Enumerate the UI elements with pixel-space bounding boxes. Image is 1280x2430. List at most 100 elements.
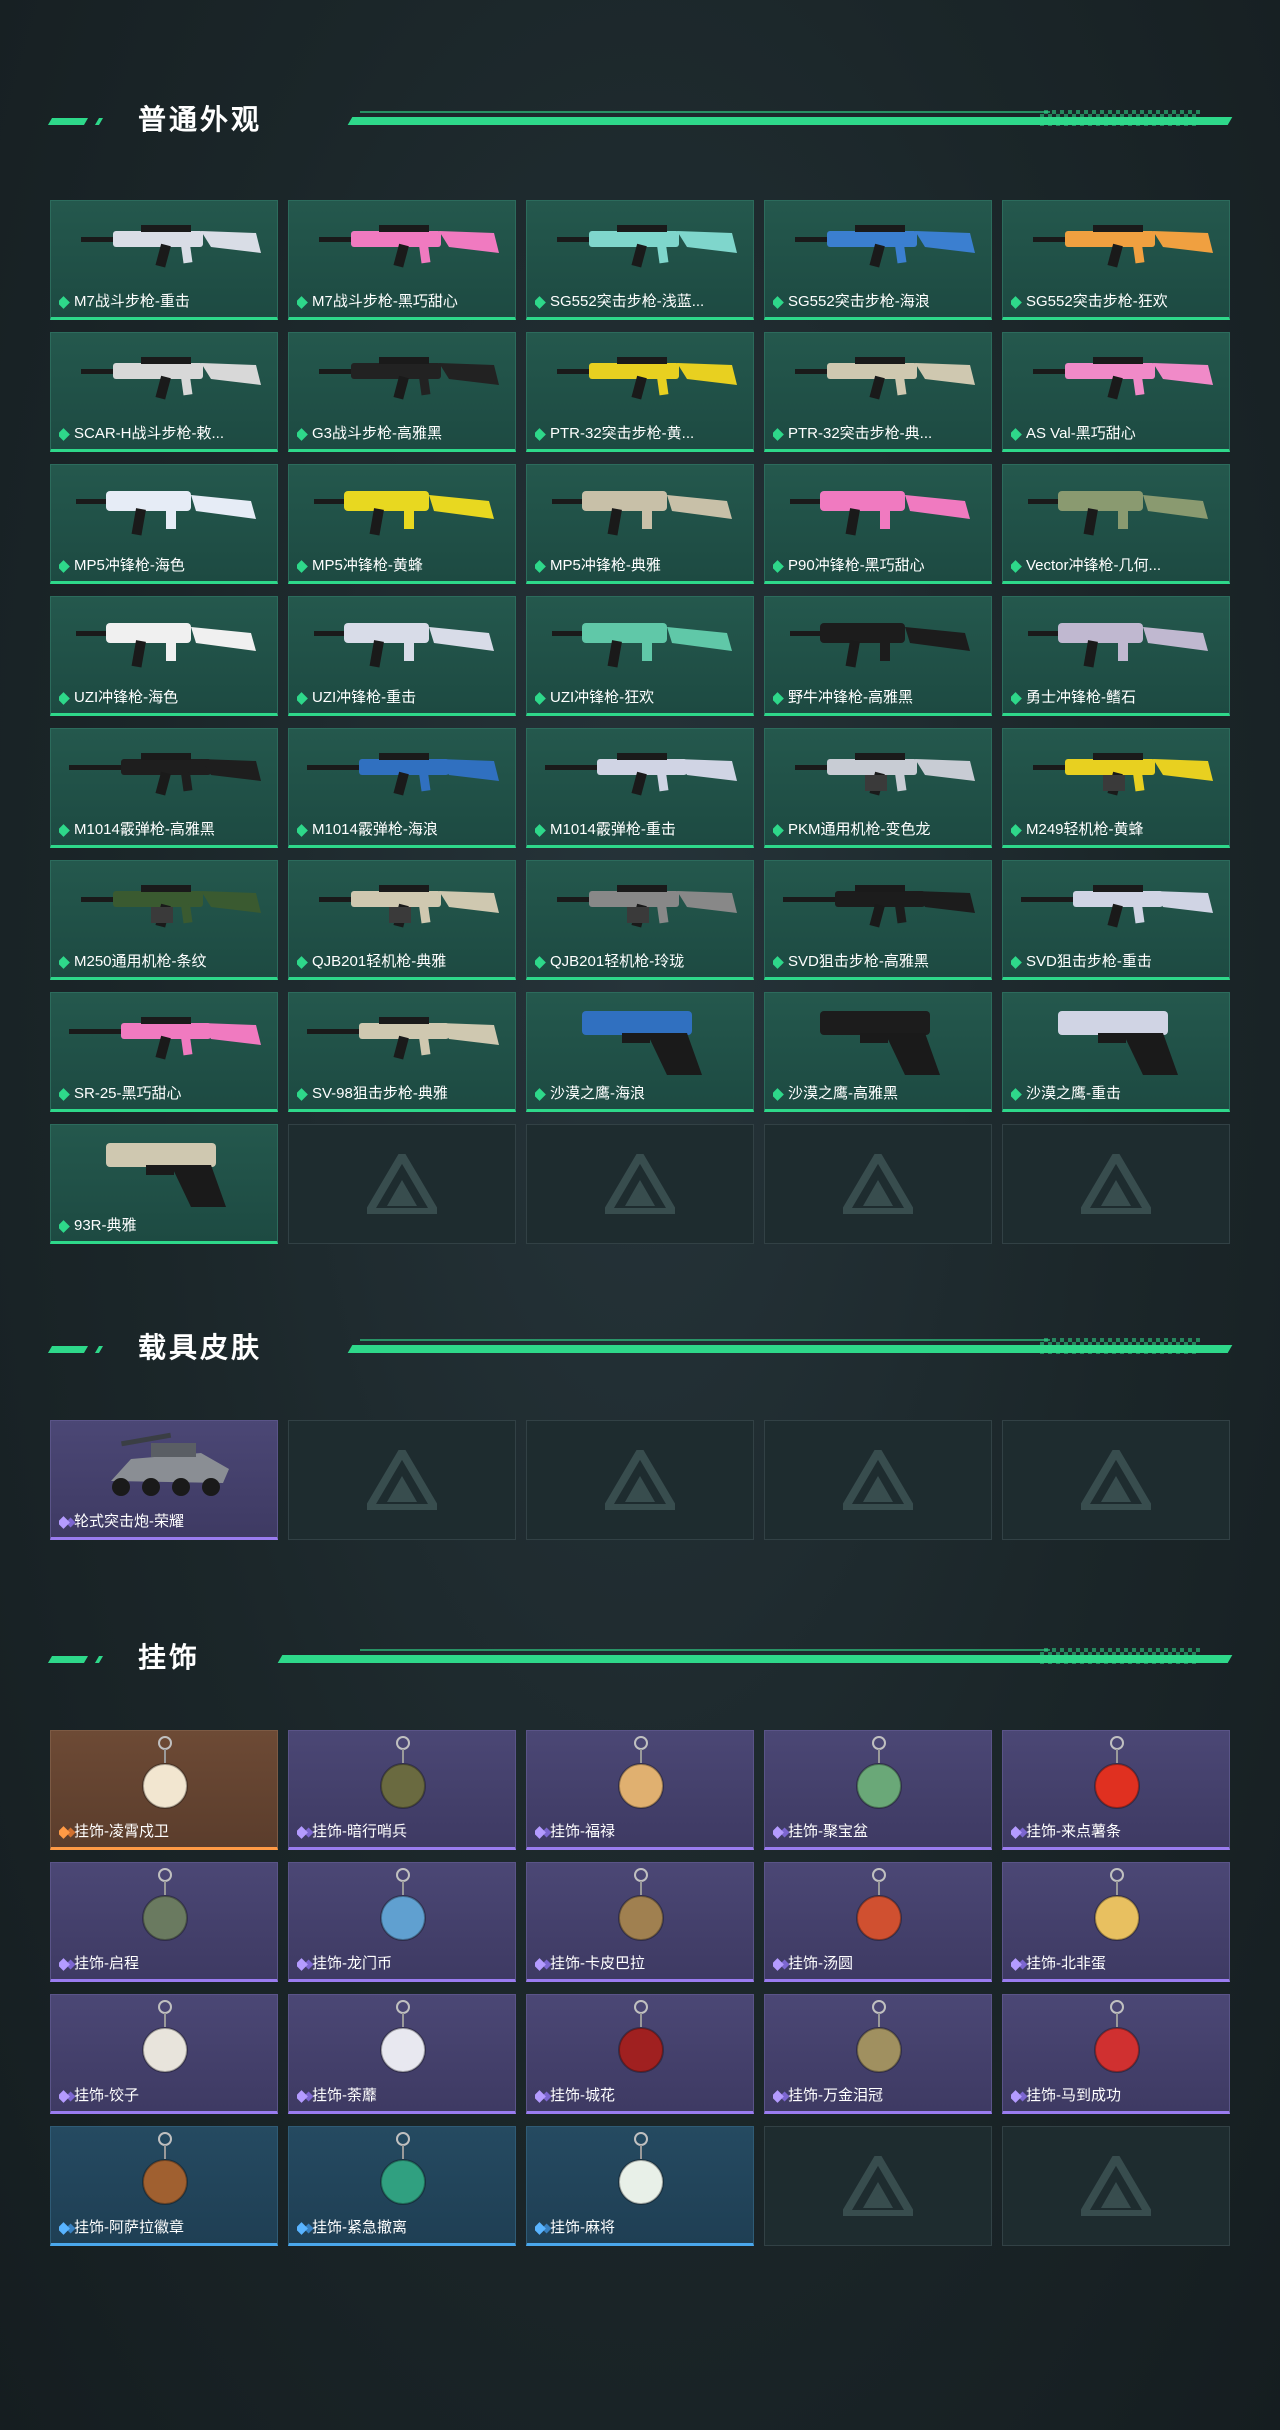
item-label-row: SR-25-黑巧甜心: [59, 1085, 271, 1103]
item-card[interactable]: SVD狙击步枪-重击: [1002, 860, 1230, 980]
item-card[interactable]: MP5冲锋枪-典雅: [526, 464, 754, 584]
rarity-gem-icon: [297, 1957, 308, 1971]
item-card[interactable]: 挂饰-来点薯条: [1002, 1730, 1230, 1850]
item-card[interactable]: PKM通用机枪-变色龙: [764, 728, 992, 848]
item-label-row: 挂饰-万金泪冠: [773, 2087, 985, 2105]
item-card[interactable]: M7战斗步枪-黑巧甜心: [288, 200, 516, 320]
item-card[interactable]: UZI冲锋枪-重击: [288, 596, 516, 716]
rifle-icon: [795, 225, 975, 268]
item-card[interactable]: 挂饰-麻将: [526, 2126, 754, 2246]
item-card[interactable]: 轮式突击炮-荣耀: [50, 1420, 278, 1540]
item-card[interactable]: 沙漠之鹰-海浪: [526, 992, 754, 1112]
mg-icon: [81, 885, 261, 928]
item-card[interactable]: 挂饰-汤圆: [764, 1862, 992, 1982]
rarity-gem-icon: [773, 1957, 784, 1971]
item-label: UZI冲锋枪-海色: [74, 689, 179, 706]
item-card[interactable]: AS Val-黑巧甜心: [1002, 332, 1230, 452]
rarity-gem-icon: [535, 2089, 546, 2103]
item-label: 轮式突击炮-荣耀: [74, 1513, 184, 1530]
section-header: 挂饰: [47, 1638, 1233, 1678]
item-label-row: MP5冲锋枪-黄蜂: [297, 557, 509, 575]
item-card[interactable]: M249轻机枪-黄蜂: [1002, 728, 1230, 848]
item-card[interactable]: MP5冲锋枪-黄蜂: [288, 464, 516, 584]
item-card[interactable]: QJB201轻机枪-玲珑: [526, 860, 754, 980]
rarity-gem-icon: [297, 2089, 308, 2103]
item-card[interactable]: M250通用机枪-条纹: [50, 860, 278, 980]
item-card[interactable]: 挂饰-万金泪冠: [764, 1994, 992, 2114]
item-card[interactable]: 沙漠之鹰-重击: [1002, 992, 1230, 1112]
item-card[interactable]: SG552突击步枪-狂欢: [1002, 200, 1230, 320]
charm-icon: [618, 1736, 664, 1809]
item-card[interactable]: 挂饰-阿萨拉徽章: [50, 2126, 278, 2246]
item-label: 野牛冲锋枪-高雅黑: [788, 689, 913, 706]
item-label-row: 挂饰-卡皮巴拉: [535, 1955, 747, 1973]
item-card[interactable]: G3战斗步枪-高雅黑: [288, 332, 516, 452]
item-label-row: QJB201轻机枪-典雅: [297, 953, 509, 971]
item-card[interactable]: 挂饰-紧急撤离: [288, 2126, 516, 2246]
item-card[interactable]: 93R-典雅: [50, 1124, 278, 1244]
smg-icon: [76, 491, 256, 536]
item-card[interactable]: UZI冲锋枪-海色: [50, 596, 278, 716]
item-card[interactable]: 挂饰-卡皮巴拉: [526, 1862, 754, 1982]
item-label-row: 挂饰-启程: [59, 1955, 271, 1973]
item-card[interactable]: M1014霰弹枪-重击: [526, 728, 754, 848]
charm-icon: [380, 2132, 426, 2205]
rifle-icon: [81, 225, 261, 268]
rarity-gem-icon: [297, 1825, 308, 1839]
item-card[interactable]: SG552突击步枪-浅蓝...: [526, 200, 754, 320]
charm-icon: [380, 1868, 426, 1941]
item-card[interactable]: QJB201轻机枪-典雅: [288, 860, 516, 980]
item-card[interactable]: 挂饰-暗行哨兵: [288, 1730, 516, 1850]
item-label-row: 野牛冲锋枪-高雅黑: [773, 689, 985, 707]
item-card[interactable]: UZI冲锋枪-狂欢: [526, 596, 754, 716]
item-card[interactable]: M1014霰弹枪-高雅黑: [50, 728, 278, 848]
rarity-gem-icon: [535, 823, 546, 837]
shotgun-icon: [307, 753, 499, 796]
rarity-gem-icon: [297, 559, 308, 573]
rarity-gem-icon: [297, 295, 308, 309]
item-card[interactable]: 挂饰-聚宝盆: [764, 1730, 992, 1850]
item-card[interactable]: P90冲锋枪-黑巧甜心: [764, 464, 992, 584]
rarity-gem-icon: [59, 2221, 70, 2235]
item-card[interactable]: SR-25-黑巧甜心: [50, 992, 278, 1112]
item-card[interactable]: 挂饰-启程: [50, 1862, 278, 1982]
item-card[interactable]: SG552突击步枪-海浪: [764, 200, 992, 320]
item-card[interactable]: PTR-32突击步枪-典...: [764, 332, 992, 452]
item-card[interactable]: SCAR-H战斗步枪-敕...: [50, 332, 278, 452]
item-label: QJB201轻机枪-玲珑: [550, 953, 685, 970]
item-card[interactable]: 挂饰-马到成功: [1002, 1994, 1230, 2114]
item-card[interactable]: Vector冲锋枪-几何...: [1002, 464, 1230, 584]
item-card[interactable]: PTR-32突击步枪-黄...: [526, 332, 754, 452]
item-card[interactable]: 沙漠之鹰-高雅黑: [764, 992, 992, 1112]
item-card[interactable]: 挂饰-荼蘼: [288, 1994, 516, 2114]
pistol-icon: [582, 1011, 702, 1075]
rarity-gem-icon: [773, 427, 784, 441]
item-card[interactable]: 挂饰-福禄: [526, 1730, 754, 1850]
item-label-row: M7战斗步枪-重击: [59, 293, 271, 311]
smg-icon: [552, 491, 732, 536]
charm-icon: [1094, 2000, 1140, 2073]
item-card[interactable]: 挂饰-凌霄戍卫: [50, 1730, 278, 1850]
item-card[interactable]: SVD狙击步枪-高雅黑: [764, 860, 992, 980]
item-card[interactable]: 挂饰-饺子: [50, 1994, 278, 2114]
item-label: 沙漠之鹰-重击: [1026, 1085, 1121, 1102]
item-card[interactable]: 挂饰-北非蛋: [1002, 1862, 1230, 1982]
item-label: 挂饰-卡皮巴拉: [550, 1955, 645, 1972]
item-label-row: M250通用机枪-条纹: [59, 953, 271, 971]
item-card[interactable]: SV-98狙击步枪-典雅: [288, 992, 516, 1112]
item-card[interactable]: MP5冲锋枪-海色: [50, 464, 278, 584]
item-label-row: QJB201轻机枪-玲珑: [535, 953, 747, 971]
game-logo-icon: [367, 1450, 437, 1510]
item-card[interactable]: 挂饰-城花: [526, 1994, 754, 2114]
item-card[interactable]: 野牛冲锋枪-高雅黑: [764, 596, 992, 716]
item-label: SCAR-H战斗步枪-敕...: [74, 425, 225, 442]
empty-slot: [764, 1124, 992, 1244]
rarity-gem-icon: [59, 1087, 70, 1101]
rarity-gem-icon: [297, 823, 308, 837]
item-card[interactable]: M7战斗步枪-重击: [50, 200, 278, 320]
item-label-row: 挂饰-麻将: [535, 2219, 747, 2237]
item-card[interactable]: 挂饰-龙门币: [288, 1862, 516, 1982]
item-card[interactable]: 勇士冲锋枪-鳍石: [1002, 596, 1230, 716]
item-card[interactable]: M1014霰弹枪-海浪: [288, 728, 516, 848]
item-label: PTR-32突击步枪-黄...: [550, 425, 695, 442]
